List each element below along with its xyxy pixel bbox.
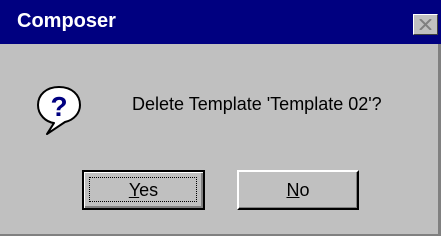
window-title: Composer [17,10,116,32]
no-label-rest: o [299,180,310,200]
title-bar[interactable]: Composer [0,0,441,44]
confirmation-message: Delete Template 'Template 02'? [132,94,382,114]
no-mnemonic: N [286,180,300,200]
close-button[interactable] [413,14,438,35]
svg-text:?: ? [50,91,67,122]
confirm-dialog: Composer ? Delete Template 'Template 02'… [0,0,441,236]
yes-button[interactable]: Yes [82,170,205,210]
question-icon: ? [35,84,83,136]
focus-rectangle [89,177,197,202]
no-button[interactable]: No [237,170,359,210]
close-icon [419,19,432,30]
